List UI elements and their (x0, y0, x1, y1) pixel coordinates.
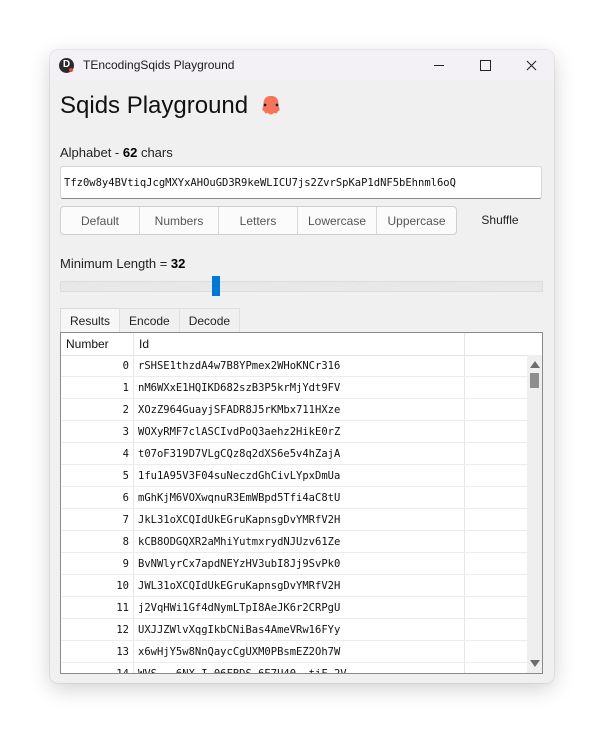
numbers-button[interactable]: Numbers (140, 207, 219, 234)
table-row[interactable]: 0 rSHSE1thzdA4w7B8YPmex2WHoKNCr316 (61, 355, 527, 377)
tab-decode[interactable]: Decode (178, 308, 241, 332)
row-id: XOzZ964GuayjSFADR8J5rKMbx711HXze (134, 399, 465, 420)
row-number: 7 (61, 509, 134, 530)
table-row[interactable]: 2 XOzZ964GuayjSFADR8J5rKMbx711HXze (61, 399, 527, 421)
min-length-slider-thumb[interactable] (212, 276, 220, 296)
row-number: 8 (61, 531, 134, 552)
row-number: 0 (61, 355, 134, 376)
minimize-icon (434, 64, 444, 66)
row-id: mGhKjM6VOXwqnuR3EmWBpd5Tfi4aC8tU (134, 487, 465, 508)
row-number: 5 (61, 465, 134, 486)
table-row[interactable]: 3 WOXyRMF7clASCIvdPoQ3aehz2HikE0rZ (61, 421, 527, 443)
table-row[interactable]: 4 t07oF319D7VLgCQz8q2dXS6e5v4hZajA (61, 443, 527, 465)
shuffle-button[interactable]: Shuffle (465, 206, 535, 233)
row-number: 4 (61, 443, 134, 464)
row-id: BvNWlyrCx7apdNEYzHV3ubI8Jj9SvPk0 (134, 553, 465, 574)
table-row[interactable]: 13 x6wHjY5w8NnQaycCgUXM0PBsmEZ2Oh7W (61, 641, 527, 663)
grid-rows: 0 rSHSE1thzdA4w7B8YPmex2WHoKNCr316 1 nM6WXx… (61, 355, 527, 673)
alphabet-preset-buttons: Default Numbers Letters Lowercase Upperc… (60, 206, 457, 235)
table-row[interactable]: 6 mGhKjM6VOXwqnuR3EmWBpd5Tfi4aC8tU (61, 487, 527, 509)
row-id: t07oF319D7VLgCQz8q2dXS6e5v4hZajA (134, 443, 465, 464)
tab-results[interactable]: Results (60, 308, 121, 332)
page-title-text: Sqids Playground (60, 92, 249, 119)
row-number: 9 (61, 553, 134, 574)
scrollbar-thumb[interactable] (530, 373, 539, 388)
scroll-up-arrow-icon[interactable] (530, 361, 540, 368)
table-row[interactable]: 10 JWL31oXCQIdUkEGruKapnsgDvYMRfV2H (61, 575, 527, 597)
results-grid[interactable]: Number Id 0 rSHSE1thzdA4w7B8YPmex2WHoKNCr… (60, 332, 543, 674)
row-id: WVS...6NX.I.06FBDS.6E7U40..tiF.2V (134, 663, 465, 673)
table-row[interactable]: 7 JkL31oXCQIdUkEGruKapnsgDvYMRfV2H (61, 509, 527, 531)
row-id: j2VqHWi1Gf4dNymLTpI8AeJK6r2CRPgU (134, 597, 465, 618)
column-header-filler (465, 333, 542, 355)
table-row[interactable]: 11 j2VqHWi1Gf4dNymLTpI8AeJK6r2CRPgU (61, 597, 527, 619)
window-title: TEncodingSqids Playground (83, 58, 235, 72)
page-title: Sqids Playground (60, 92, 282, 120)
close-icon (526, 60, 536, 70)
lowercase-button[interactable]: Lowercase (298, 207, 377, 234)
min-length-label-prefix: Minimum Length = (60, 256, 171, 271)
default-button[interactable]: Default (61, 207, 140, 234)
row-id: UXJJZWlvXqgIkbCNiBas4AmeVRw16FYy (134, 619, 465, 640)
row-number: 11 (61, 597, 134, 618)
alphabet-count: 62 (122, 145, 138, 160)
alphabet-label: Alphabet - 62 chars (60, 145, 173, 160)
row-id: JWL31oXCQIdUkEGruKapnsgDvYMRfV2H (134, 575, 465, 596)
row-id: kCB8ODGQXR2aMhiYutmxrydNJUzv61Ze (134, 531, 465, 552)
table-row[interactable]: 9 BvNWlyrCx7apdNEYzHV3ubI8Jj9SvPk0 (61, 553, 527, 575)
alphabet-value: Tfz0w8y4BVtiqJcgMXYxAHOuGD3R9keWLICU7js2… (64, 176, 456, 189)
row-number: 2 (61, 399, 134, 420)
alphabet-input[interactable]: Tfz0w8y4BVtiqJcgMXYxAHOuGD3R9keWLICU7js2… (60, 166, 542, 199)
tab-encode[interactable]: Encode (119, 308, 180, 332)
scroll-down-arrow-icon[interactable] (530, 660, 540, 667)
min-length-label: Minimum Length = 32 (60, 256, 185, 271)
row-number: 12 (61, 619, 134, 640)
row-id: 1fu1A95V3F04suNeczdGhCivLYpxDmUa (134, 465, 465, 486)
row-number: 10 (61, 575, 134, 596)
row-id: JkL31oXCQIdUkEGruKapnsgDvYMRfV2H (134, 509, 465, 530)
octopus-icon (262, 96, 280, 115)
row-id: nM6WXxE1HQIKD682szB3P5krMjYdt9FV (134, 377, 465, 398)
maximize-icon (479, 59, 491, 71)
column-header-id[interactable]: Id (134, 333, 465, 355)
min-length-slider[interactable] (60, 281, 543, 292)
maximize-button[interactable] (462, 50, 508, 80)
title-bar[interactable]: D TEncodingSqids Playground (50, 50, 554, 80)
column-header-number[interactable]: Number (61, 333, 134, 355)
vertical-scrollbar[interactable] (527, 355, 542, 673)
row-number: 3 (61, 421, 134, 442)
table-row[interactable]: 1 nM6WXxE1HQIKD682szB3P5krMjYdt9FV (61, 377, 527, 399)
row-number: 6 (61, 487, 134, 508)
row-number: 13 (61, 641, 134, 662)
min-length-value: 32 (170, 256, 186, 271)
row-number: 1 (61, 377, 134, 398)
alphabet-label-prefix: Alphabet - (60, 145, 123, 160)
table-row[interactable]: 5 1fu1A95V3F04suNeczdGhCivLYpxDmUa (61, 465, 527, 487)
row-number: 14 (61, 663, 134, 673)
table-row[interactable]: 12 UXJJZWlvXqgIkbCNiBas4AmeVRw16FYy (61, 619, 527, 641)
delphi-logo-icon: D (59, 57, 74, 73)
grid-header: Number Id (61, 333, 542, 356)
row-id: rSHSE1thzdA4w7B8YPmex2WHoKNCr316 (134, 355, 465, 376)
letters-button[interactable]: Letters (219, 207, 298, 234)
app-window: D TEncodingSqids Playground Sqids Playgr… (50, 50, 554, 683)
table-row[interactable]: 14 WVS...6NX.I.06FBDS.6E7U40..tiF.2V (61, 663, 527, 673)
row-id: x6wHjY5w8NnQaycCgUXM0PBsmEZ2Oh7W (134, 641, 465, 662)
table-row[interactable]: 8 kCB8ODGQXR2aMhiYutmxrydNJUzv61Ze (61, 531, 527, 553)
row-id: WOXyRMF7clASCIvdPoQ3aehz2HikE0rZ (134, 421, 465, 442)
uppercase-button[interactable]: Uppercase (377, 207, 456, 234)
alphabet-label-suffix: chars (137, 145, 173, 160)
minimize-button[interactable] (416, 50, 462, 80)
close-button[interactable] (508, 50, 554, 80)
tab-bar: Results Encode Decode (60, 308, 241, 332)
